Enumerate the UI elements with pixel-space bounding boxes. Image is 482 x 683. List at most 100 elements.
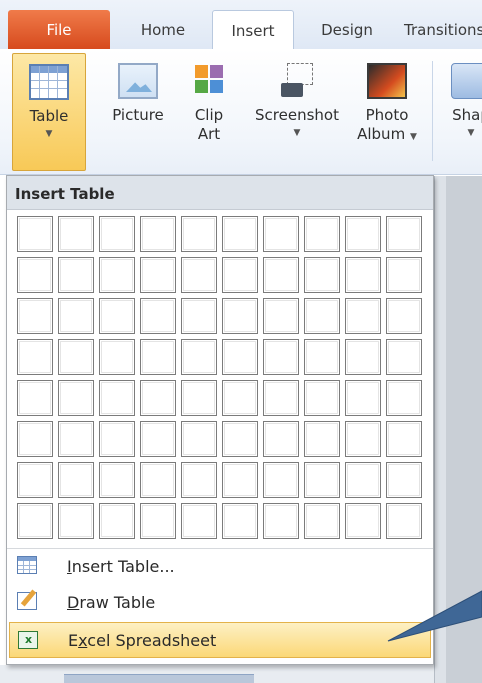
table-grid-cell[interactable]	[304, 216, 340, 252]
table-grid-cell[interactable]	[140, 216, 176, 252]
tab-file[interactable]: File	[8, 10, 110, 50]
table-grid-cell[interactable]	[181, 339, 217, 375]
table-grid-cell[interactable]	[263, 298, 299, 334]
tab-transitions[interactable]: Transitions	[404, 10, 482, 50]
table-grid-cell[interactable]	[58, 257, 94, 293]
picture-button[interactable]: Picture	[100, 53, 176, 171]
photo-album-label-line2: Album ▼	[357, 125, 417, 145]
shapes-button[interactable]: Shap ▼	[436, 53, 482, 171]
tab-insert-label: Insert	[231, 21, 275, 40]
table-grid-cell[interactable]	[222, 257, 258, 293]
table-grid-cell[interactable]	[140, 380, 176, 416]
table-grid-cell[interactable]	[99, 503, 135, 539]
table-grid-cell[interactable]	[345, 216, 381, 252]
table-grid-cell[interactable]	[99, 380, 135, 416]
table-grid-cell[interactable]	[17, 380, 53, 416]
table-grid-cell[interactable]	[345, 298, 381, 334]
table-grid-cell[interactable]	[99, 462, 135, 498]
table-grid-cell[interactable]	[17, 216, 53, 252]
table-grid-cell[interactable]	[304, 380, 340, 416]
table-grid-cell[interactable]	[222, 298, 258, 334]
insert-table-menu-label: Insert Table...	[67, 557, 175, 576]
table-grid-cell[interactable]	[345, 503, 381, 539]
table-grid-cell[interactable]	[17, 339, 53, 375]
table-grid-cell[interactable]	[17, 503, 53, 539]
table-grid-cell[interactable]	[222, 421, 258, 457]
table-grid-cell[interactable]	[386, 462, 422, 498]
chevron-down-icon: ▼	[467, 128, 475, 138]
table-grid-cell[interactable]	[222, 216, 258, 252]
table-grid-cell[interactable]	[386, 380, 422, 416]
table-grid-cell[interactable]	[140, 462, 176, 498]
tab-home[interactable]: Home	[124, 10, 202, 50]
table-grid-cell[interactable]	[99, 298, 135, 334]
tab-design[interactable]: Design	[304, 10, 390, 50]
table-grid-cell[interactable]	[17, 257, 53, 293]
draw-table-menu-item[interactable]: Draw Table	[9, 584, 431, 620]
table-grid-cell[interactable]	[345, 421, 381, 457]
table-grid-cell[interactable]	[58, 339, 94, 375]
table-button[interactable]: Table ▼	[12, 53, 86, 171]
table-grid-cell[interactable]	[386, 216, 422, 252]
screenshot-button[interactable]: Screenshot ▼	[244, 53, 350, 171]
tab-insert[interactable]: Insert	[212, 10, 294, 50]
table-grid-cell[interactable]	[99, 216, 135, 252]
table-grid-cell[interactable]	[386, 339, 422, 375]
table-grid-cell[interactable]	[304, 462, 340, 498]
table-grid-cell[interactable]	[263, 257, 299, 293]
table-grid-cell[interactable]	[263, 503, 299, 539]
table-grid-cell[interactable]	[222, 339, 258, 375]
table-grid-cell[interactable]	[304, 257, 340, 293]
table-grid-cell[interactable]	[304, 421, 340, 457]
table-grid-cell[interactable]	[140, 503, 176, 539]
table-grid-cell[interactable]	[181, 298, 217, 334]
table-grid-cell[interactable]	[181, 503, 217, 539]
excel-spreadsheet-menu-item[interactable]: Excel Spreadsheet	[9, 622, 431, 658]
table-grid-cell[interactable]	[222, 462, 258, 498]
draw-table-label-rest: raw Table	[79, 592, 156, 612]
table-grid-cell[interactable]	[304, 298, 340, 334]
table-grid-cell[interactable]	[386, 421, 422, 457]
table-grid-cell[interactable]	[263, 421, 299, 457]
table-grid-cell[interactable]	[17, 298, 53, 334]
table-grid-cell[interactable]	[58, 421, 94, 457]
table-grid-cell[interactable]	[58, 298, 94, 334]
photo-album-button[interactable]: Photo Album ▼	[350, 53, 424, 171]
table-grid-cell[interactable]	[17, 462, 53, 498]
table-grid-cell[interactable]	[181, 421, 217, 457]
table-grid-cell[interactable]	[181, 380, 217, 416]
table-grid-cell[interactable]	[140, 257, 176, 293]
table-grid-cell[interactable]	[17, 421, 53, 457]
table-grid-cell[interactable]	[222, 380, 258, 416]
table-grid-cell[interactable]	[181, 216, 217, 252]
table-grid-cell[interactable]	[345, 462, 381, 498]
table-grid-cell[interactable]	[140, 421, 176, 457]
clip-art-button[interactable]: Clip Art	[183, 53, 235, 171]
table-grid-cell[interactable]	[345, 339, 381, 375]
table-grid-cell[interactable]	[99, 421, 135, 457]
table-grid-cell[interactable]	[181, 462, 217, 498]
table-grid-cell[interactable]	[99, 339, 135, 375]
table-grid-cell[interactable]	[263, 380, 299, 416]
table-grid-cell[interactable]	[58, 462, 94, 498]
table-grid-cell[interactable]	[386, 257, 422, 293]
table-grid-cell[interactable]	[58, 380, 94, 416]
table-grid-cell[interactable]	[140, 298, 176, 334]
table-grid-cell[interactable]	[263, 216, 299, 252]
table-grid-cell[interactable]	[263, 339, 299, 375]
table-grid-cell[interactable]	[345, 257, 381, 293]
draw-table-accesskey: D	[67, 592, 80, 612]
table-grid-cell[interactable]	[140, 339, 176, 375]
insert-table-menu-item[interactable]: Insert Table...	[9, 548, 431, 584]
table-grid-cell[interactable]	[386, 503, 422, 539]
table-grid-cell[interactable]	[181, 257, 217, 293]
table-grid-cell[interactable]	[58, 503, 94, 539]
table-grid-cell[interactable]	[304, 503, 340, 539]
table-grid-cell[interactable]	[386, 298, 422, 334]
table-grid-cell[interactable]	[345, 380, 381, 416]
table-grid-cell[interactable]	[58, 216, 94, 252]
table-grid-cell[interactable]	[99, 257, 135, 293]
table-grid-cell[interactable]	[304, 339, 340, 375]
table-grid-cell[interactable]	[263, 462, 299, 498]
table-grid-cell[interactable]	[222, 503, 258, 539]
